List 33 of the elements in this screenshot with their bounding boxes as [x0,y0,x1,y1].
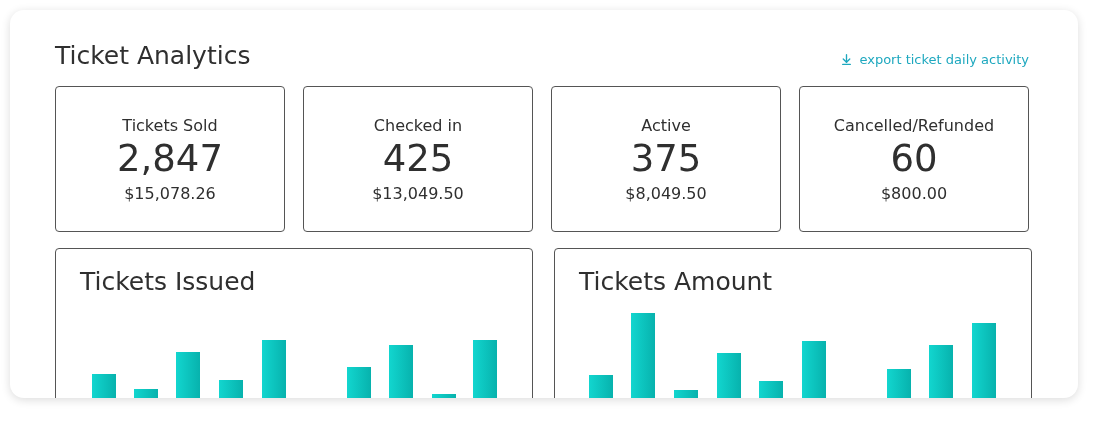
chart-bar [802,341,826,398]
chart-bar [887,369,911,398]
stat-amount: $13,049.50 [372,183,464,203]
stat-amount: $800.00 [880,183,948,203]
chart-bar [134,389,158,398]
stat-amount: $15,078.26 [124,183,216,203]
chart-bar [262,340,286,398]
chart-bar [473,340,497,398]
chart-bar [176,352,200,398]
stat-label: Cancelled/Refunded [833,115,995,135]
chart-bar [219,380,243,398]
chart-bar [389,345,413,398]
stat-value: 60 [890,136,938,180]
chart-bar [717,353,741,398]
stat-value: 425 [382,136,454,180]
chart-title: Tickets Amount [579,267,774,296]
chart-title: Tickets Issued [80,267,257,296]
stat-amount: $8,049.50 [625,183,707,203]
export-link[interactable]: export ticket daily activity [840,51,1029,67]
chart-bar [92,374,116,398]
stat-value: 375 [630,136,702,180]
stat-label: Checked in [373,115,463,135]
page-title: Ticket Analytics [55,40,251,70]
chart-bar [929,345,953,398]
chart-bar [589,375,613,398]
stat-label: Active [641,115,691,135]
stat-label: Tickets Sold [122,115,218,135]
chart-bar [759,381,783,398]
chart-bar [432,394,456,398]
download-icon [840,52,854,66]
chart-bar [674,390,698,398]
chart-bar [347,367,371,398]
stat-value: 2,847 [117,136,223,180]
